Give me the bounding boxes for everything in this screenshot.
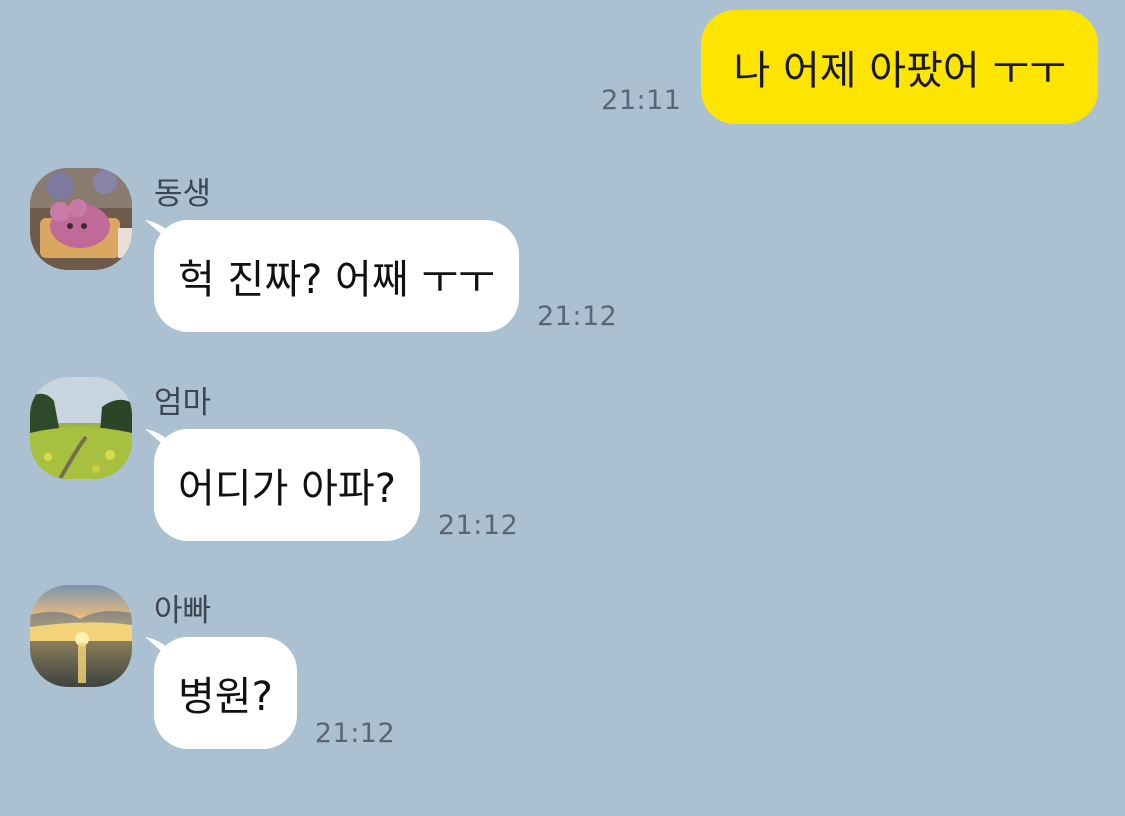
message-time: 21:11 [601, 85, 682, 116]
message-text: 병원? [178, 674, 273, 720]
message-line: 어디가 아파? 21:12 [145, 429, 519, 541]
chat-room: 21:11 나 어제 아팠어 ㅜㅜ 동생 헉 진짜? 어째 ㅜㅜ 21:12 엄… [0, 0, 1125, 816]
message-text: 헉 진짜? 어째 ㅜㅜ [178, 257, 495, 303]
green-field-landscape-photo-icon [30, 377, 132, 479]
bubble-tail-icon [145, 220, 175, 246]
message-time: 21:12 [437, 510, 519, 541]
incoming-bubble[interactable]: 헉 진짜? 어째 ㅜㅜ [145, 220, 519, 332]
message-line: 병원? 21:12 [145, 637, 396, 749]
message-time: 21:12 [314, 718, 396, 749]
sender-name: 동생 [154, 176, 212, 212]
sender-name: 아빠 [154, 593, 212, 629]
bubble-tail-icon [145, 429, 175, 455]
message-time: 21:12 [536, 301, 618, 332]
incoming-bubble[interactable]: 병원? [145, 637, 297, 749]
outgoing-bubble[interactable]: 나 어제 아팠어 ㅜㅜ [701, 10, 1098, 124]
message-line: 헉 진짜? 어째 ㅜㅜ 21:12 [145, 220, 618, 332]
avatar[interactable] [30, 585, 132, 687]
teddy-bear-cake-photo-icon [30, 168, 132, 270]
bubble-tail-icon [145, 637, 175, 663]
sender-name: 엄마 [154, 385, 212, 421]
incoming-bubble[interactable]: 어디가 아파? [145, 429, 420, 541]
outgoing-message: 21:11 나 어제 아팠어 ㅜㅜ [601, 10, 1098, 124]
avatar[interactable] [30, 377, 132, 479]
message-text: 어디가 아파? [178, 466, 396, 512]
sunset-over-sea-photo-icon [30, 585, 132, 687]
avatar[interactable] [30, 168, 132, 270]
